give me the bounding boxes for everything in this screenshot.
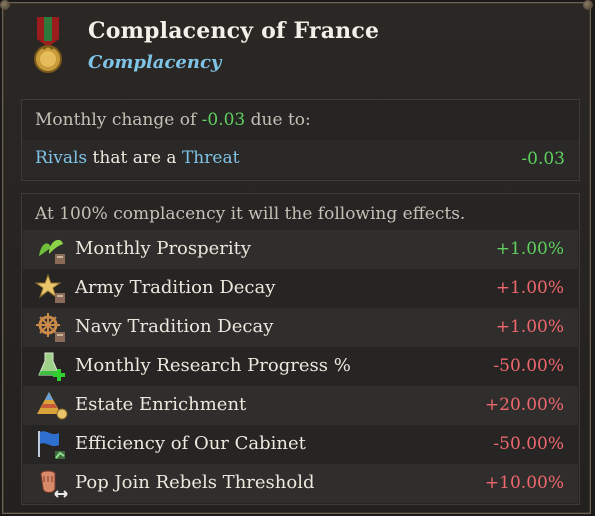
reason-connector: that are a [87,148,182,168]
effect-value: -50.00% [493,434,564,454]
monthly-change-reason-row: Rivals that are a Threat -0.03 [22,140,579,178]
cabinet-flag-icon [35,429,69,461]
rebel-fist-icon [35,468,69,500]
monthly-change-value: -0.03 [201,110,246,130]
effect-value: -50.00% [493,356,564,376]
prosperity-leaves-icon [35,234,69,266]
tooltip-title: Complacency of France [88,18,380,44]
tooltip-panel: Complacency of France Complacency Monthl… [0,0,593,514]
frame-corner-ornament [0,0,10,10]
effect-value: +1.00% [495,278,564,298]
army-tradition-star-icon [34,273,69,305]
effect-label: Pop Join Rebels Threshold [75,472,315,493]
rivals-link[interactable]: Rivals [35,148,87,168]
monthly-change-prefix: Monthly change of [35,110,202,130]
effect-label: Army Tradition Decay [75,277,276,298]
medal-icon [34,17,62,73]
effect-row: Army Tradition Decay +1.00% [23,269,578,308]
tooltip-subtitle: Complacency [88,52,222,73]
monthly-change-header: Monthly change of -0.03 due to: [22,102,579,140]
effect-label: Estate Enrichment [75,394,247,415]
effect-row: Monthly Prosperity +1.00% [23,230,578,269]
threat-link[interactable]: Threat [182,148,239,168]
effect-row: Pop Join Rebels Threshold +10.00% [23,464,578,503]
effect-label: Efficiency of Our Cabinet [75,433,306,454]
effects-intro: At 100% complacency it will the followin… [35,204,466,224]
reason-text: Rivals that are a Threat [35,148,239,168]
monthly-change-suffix: due to: [245,110,311,130]
reason-value: -0.03 [521,149,565,169]
effect-label: Navy Tradition Decay [75,316,274,337]
monthly-change-text: Monthly change of -0.03 due to: [35,110,311,130]
monthly-change-section: Monthly change of -0.03 due to: Rivals t… [21,99,580,181]
effect-value: +20.00% [484,395,564,415]
effect-value: +1.00% [495,317,564,337]
effect-label: Monthly Research Progress % [75,355,351,376]
effect-row: Monthly Research Progress % -50.00% [23,347,578,386]
frame-corner-ornament [583,0,593,10]
effect-value: +1.00% [495,239,564,259]
estate-pyramid-icon [35,390,69,422]
research-flask-icon [35,351,69,383]
effect-label: Monthly Prosperity [75,238,252,259]
effects-section: At 100% complacency it will the followin… [21,193,580,505]
effect-row: Navy Tradition Decay +1.00% [23,308,578,347]
effect-row: Estate Enrichment +20.00% [23,386,578,425]
ship-wheel-icon [35,312,69,344]
effect-row: Efficiency of Our Cabinet -50.00% [23,425,578,464]
effect-value: +10.00% [484,473,564,493]
